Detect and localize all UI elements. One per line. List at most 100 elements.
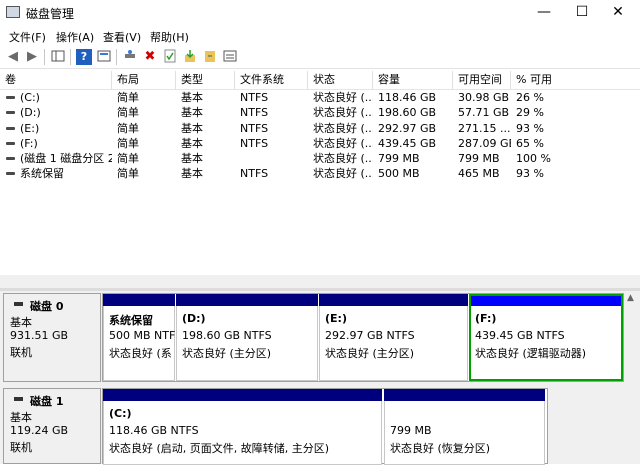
- console-tree-icon[interactable]: [50, 49, 66, 65]
- export-icon[interactable]: [202, 49, 218, 65]
- volume-layout: 简单: [117, 152, 139, 166]
- partition-name: 系统保留: [109, 314, 153, 327]
- volume-row[interactable]: (F:) 简单 基本 NTFS 状态良好 (... 439.45 GB 287.…: [0, 136, 640, 151]
- check-icon[interactable]: [162, 49, 178, 65]
- partition-size: 799 MB: [390, 424, 432, 437]
- volume-percent: 65 %: [516, 136, 544, 150]
- partition-size: 500 MB NTFS: [109, 329, 175, 342]
- disk-state: 联机: [10, 346, 32, 359]
- volume-row[interactable]: (C:) 简单 基本 NTFS 状态良好 (... 118.46 GB 30.9…: [0, 90, 640, 105]
- drive-icon: [6, 172, 15, 176]
- volume-layout: 简单: [117, 91, 139, 104]
- partition-name: (C:): [109, 407, 132, 420]
- volume-free: 287.09 GB: [458, 136, 511, 150]
- volume-capacity: 439.45 GB: [378, 136, 437, 150]
- drive-icon: [6, 126, 15, 130]
- partition-status: 状态良好 (逻辑驱动器): [475, 347, 587, 360]
- volume-free: 799 MB: [458, 152, 500, 166]
- volume-percent: 100 %: [516, 152, 551, 166]
- drive-icon: [6, 96, 15, 99]
- volume-layout: 简单: [117, 167, 139, 181]
- volume-percent: 93 %: [516, 121, 544, 135]
- menu-help[interactable]: 帮助(H): [150, 29, 189, 45]
- disk-name: 磁盘 0: [30, 300, 64, 313]
- menu-view[interactable]: 查看(V): [103, 29, 141, 45]
- settings-icon[interactable]: [222, 49, 238, 65]
- menu-file[interactable]: 文件(F): [9, 29, 46, 45]
- volume-name: 系统保留: [20, 167, 64, 181]
- disk-type: 基本: [10, 411, 32, 424]
- properties-icon[interactable]: [96, 49, 112, 65]
- column-capacity[interactable]: 容量: [373, 71, 453, 89]
- partition-bar: [176, 294, 318, 306]
- help-icon[interactable]: ?: [76, 49, 92, 65]
- delete-icon[interactable]: ✖: [142, 49, 158, 65]
- partition-size: 292.97 GB NTFS: [325, 329, 415, 342]
- partition-recovery[interactable]: 799 MB 状态良好 (恢复分区): [384, 389, 545, 465]
- column-status[interactable]: 状态: [308, 71, 373, 89]
- column-layout[interactable]: 布局: [112, 71, 176, 89]
- volume-filesystem: NTFS: [240, 91, 269, 104]
- disk-size: 119.24 GB: [10, 424, 69, 437]
- volume-capacity: 500 MB: [378, 167, 420, 181]
- partition-d[interactable]: (D:) 198.60 GB NTFS 状态良好 (主分区): [176, 294, 318, 381]
- volume-type: 基本: [181, 106, 203, 120]
- forward-icon[interactable]: ▶: [24, 49, 40, 65]
- column-volume[interactable]: 卷: [0, 71, 112, 89]
- column-filesystem[interactable]: 文件系统: [235, 71, 308, 89]
- column-percent-free[interactable]: % 可用: [511, 71, 640, 89]
- column-free-space[interactable]: 可用空间: [453, 71, 511, 89]
- partition-bar: [319, 294, 468, 306]
- volume-filesystem: NTFS: [240, 106, 269, 120]
- volume-free: 465 MB: [458, 167, 500, 181]
- import-icon[interactable]: [182, 49, 198, 65]
- disk-1-partitions: (C:) 118.46 GB NTFS 状态良好 (启动, 页面文件, 故障转储…: [102, 388, 548, 465]
- volume-status: 状态良好 (...: [313, 121, 373, 135]
- partition-status: 状态良好 (主分区): [325, 347, 415, 360]
- column-type[interactable]: 类型: [176, 71, 235, 89]
- volume-type: 基本: [181, 121, 203, 135]
- volume-row[interactable]: (D:) 简单 基本 NTFS 状态良好 (... 198.60 GB 57.7…: [0, 105, 640, 120]
- partition-name: (F:): [475, 312, 497, 325]
- connect-drive-icon[interactable]: [122, 49, 138, 65]
- volume-capacity: 118.46 GB: [378, 91, 437, 104]
- volume-filesystem: NTFS: [240, 121, 269, 135]
- disk-size: 931.51 GB: [10, 329, 69, 342]
- volume-row[interactable]: 系统保留 简单 基本 NTFS 状态良好 (... 500 MB 465 MB …: [0, 166, 640, 181]
- partition-e[interactable]: (E:) 292.97 GB NTFS 状态良好 (主分区): [319, 294, 468, 381]
- back-icon[interactable]: ◀: [5, 49, 21, 65]
- disk-0-partitions: 系统保留 500 MB NTFS 状态良好 (系 (D:) 198.60 GB …: [102, 293, 624, 382]
- partition-f[interactable]: (F:) 439.45 GB NTFS 状态良好 (逻辑驱动器): [469, 294, 623, 381]
- partition-c[interactable]: (C:) 118.46 GB NTFS 状态良好 (启动, 页面文件, 故障转储…: [103, 389, 382, 465]
- partition-bar: [384, 389, 545, 401]
- volume-row[interactable]: (E:) 简单 基本 NTFS 状态良好 (... 292.97 GB 271.…: [0, 121, 640, 136]
- toolbar: ◀ ▶ ? ✖: [0, 46, 640, 69]
- volume-name: (C:): [20, 91, 40, 104]
- toolbar-separator: [116, 49, 117, 65]
- volume-layout: 简单: [117, 136, 139, 150]
- menu-action[interactable]: 操作(A): [56, 29, 94, 45]
- volume-percent: 26 %: [516, 91, 544, 104]
- drive-icon: [6, 111, 15, 115]
- volume-type: 基本: [181, 91, 203, 104]
- partition-size: 198.60 GB NTFS: [182, 329, 272, 342]
- drive-icon: [6, 141, 15, 145]
- disk-0-label[interactable]: 磁盘 0 基本 931.51 GB 联机: [3, 293, 101, 382]
- disk-1-label[interactable]: 磁盘 1 基本 119.24 GB 联机: [3, 388, 101, 464]
- partition-status: 状态良好 (主分区): [182, 347, 272, 360]
- partition-system-reserved[interactable]: 系统保留 500 MB NTFS 状态良好 (系: [103, 294, 175, 381]
- menu-bar: 文件(F) 操作(A) 查看(V) 帮助(H): [0, 26, 640, 46]
- vertical-scrollbar[interactable]: ▲: [625, 291, 638, 464]
- volume-percent: 93 %: [516, 167, 544, 181]
- disk-type: 基本: [10, 316, 32, 329]
- partition-status: 状态良好 (启动, 页面文件, 故障转储, 主分区): [109, 442, 330, 455]
- volume-row[interactable]: (磁盘 1 磁盘分区 2) 简单 基本 状态良好 (... 799 MB 799…: [0, 151, 640, 166]
- volume-list: (C:) 简单 基本 NTFS 状态良好 (... 118.46 GB 30.9…: [0, 90, 640, 182]
- volume-status: 状态良好 (...: [313, 136, 373, 150]
- horizontal-scrollbar[interactable]: [0, 275, 640, 288]
- close-button[interactable]: ✕: [596, 0, 640, 26]
- partition-name: (D:): [182, 312, 206, 325]
- partition-size: 118.46 GB NTFS: [109, 424, 199, 437]
- disk-icon: [14, 302, 23, 306]
- scroll-up-icon[interactable]: ▲: [627, 293, 634, 303]
